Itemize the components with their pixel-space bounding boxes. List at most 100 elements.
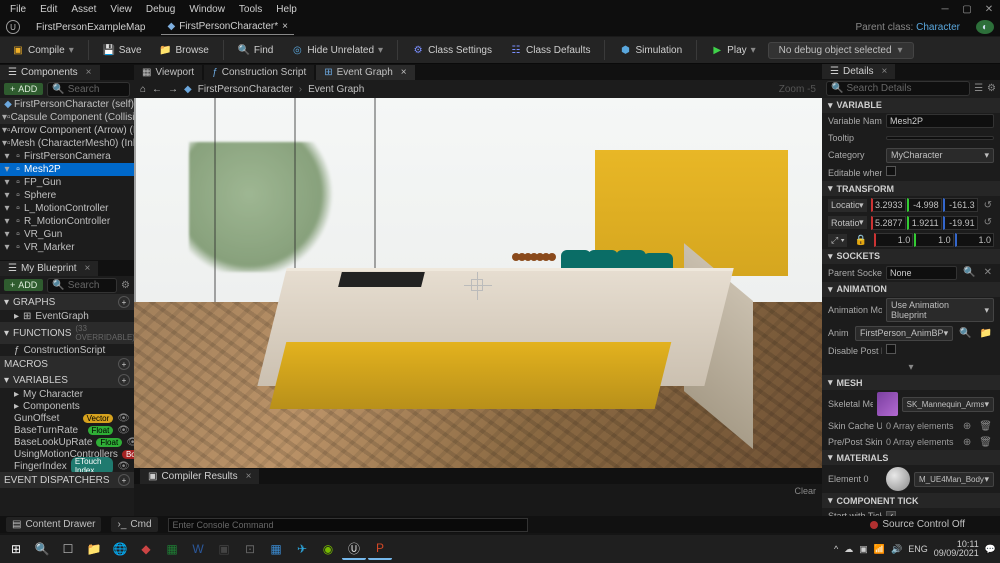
tree-item[interactable]: ▾▫Sphere: [0, 189, 134, 202]
parent-class-link[interactable]: Character: [916, 22, 960, 33]
construction-tab[interactable]: ƒConstruction Script: [204, 65, 314, 80]
tooltip-input[interactable]: [886, 136, 994, 140]
viewport-tab[interactable]: ▦Viewport: [134, 65, 202, 80]
notifications-icon[interactable]: 💬: [985, 544, 996, 555]
compiler-results-tab[interactable]: ▣Compiler Results×: [140, 469, 259, 484]
task-powerpoint[interactable]: P: [368, 538, 392, 560]
scale-z[interactable]: 1.0: [955, 233, 994, 247]
mesh-thumbnail[interactable]: [877, 392, 897, 416]
add-blueprint-button[interactable]: + ADD: [4, 279, 43, 291]
parent-socket-input[interactable]: None: [886, 266, 957, 280]
task-excel[interactable]: ▦: [160, 538, 184, 560]
hide-unrelated-button[interactable]: ◎Hide Unrelated▾: [285, 41, 389, 59]
location-dropdown[interactable]: Location▾: [828, 199, 867, 212]
breadcrumb-root[interactable]: FirstPersonCharacter: [198, 84, 293, 95]
variable-row[interactable]: FingerIndexETouch Index👁: [0, 460, 134, 472]
scale-y[interactable]: 1.0: [914, 233, 953, 247]
construction-item[interactable]: ƒ ConstructionScript: [0, 344, 134, 356]
loc-z[interactable]: -161.3: [943, 198, 978, 212]
material-dropdown[interactable]: M_UE4Man_Body▾: [914, 472, 994, 487]
translate-gizmo[interactable]: [471, 279, 483, 291]
menu-help[interactable]: Help: [270, 2, 303, 17]
mesh-section[interactable]: ▾ MESH: [822, 375, 1000, 390]
clock[interactable]: 10:11 09/09/2021: [934, 540, 979, 558]
material-thumbnail[interactable]: [886, 467, 910, 491]
doc-tab-character[interactable]: ◆ FirstPersonCharacter* ×: [161, 19, 293, 35]
play-button[interactable]: ▶Play▾: [705, 41, 761, 59]
menu-debug[interactable]: Debug: [140, 2, 181, 17]
viewport[interactable]: [134, 98, 822, 468]
close-icon[interactable]: ×: [882, 66, 888, 77]
task-search[interactable]: 🔍: [30, 538, 54, 560]
vargroup-components[interactable]: ▸ Components: [0, 400, 134, 412]
add-icon[interactable]: ⊕: [961, 437, 973, 448]
task-chrome[interactable]: 🌐: [108, 538, 132, 560]
components-tab[interactable]: ☰Components×: [0, 65, 100, 80]
simulation-button[interactable]: ⬢Simulation: [613, 41, 688, 59]
task-unreal[interactable]: Ⓤ: [342, 538, 366, 560]
add-macro-button[interactable]: +: [118, 358, 130, 370]
tree-root[interactable]: ◆FirstPersonCharacter (self): [0, 98, 134, 111]
add-graph-button[interactable]: +: [118, 296, 130, 308]
variable-name-input[interactable]: Mesh2P: [886, 114, 994, 128]
nav-home-icon[interactable]: ⌂: [140, 84, 146, 95]
close-icon[interactable]: ×: [401, 67, 407, 78]
menu-edit[interactable]: Edit: [34, 2, 63, 17]
tree-item[interactable]: ▾▫VR_Marker: [0, 241, 134, 254]
task-nvidia[interactable]: ◉: [316, 538, 340, 560]
close-icon[interactable]: ×: [246, 471, 252, 482]
category-dropdown[interactable]: MyCharacter▾: [886, 148, 994, 163]
skeletal-mesh-dropdown[interactable]: SK_Mannequin_Arms▾: [902, 397, 994, 412]
task-app1[interactable]: ◆: [134, 538, 158, 560]
clear-icon[interactable]: ✕: [982, 267, 994, 278]
graphs-section[interactable]: ▾ GRAPHS+: [0, 294, 134, 310]
console-input[interactable]: Enter Console Command: [168, 518, 528, 532]
settings-icon[interactable]: ⚙: [987, 83, 996, 94]
anim-class-dropdown[interactable]: FirstPerson_AnimBP▾: [855, 326, 953, 341]
save-button[interactable]: 💾Save: [97, 41, 148, 59]
compile-button[interactable]: ▣Compile▾: [6, 41, 80, 59]
nav-back-icon[interactable]: ←: [152, 84, 162, 95]
task-explorer[interactable]: 📁: [82, 538, 106, 560]
doc-tab-map[interactable]: FirstPersonExampleMap: [30, 20, 151, 35]
class-defaults-button[interactable]: ☷Class Defaults: [504, 41, 596, 59]
scale-x[interactable]: 1.0: [874, 233, 913, 247]
close-icon[interactable]: ×: [86, 67, 92, 78]
tray-cloud-icon[interactable]: ☁: [844, 544, 853, 555]
myblueprint-tab[interactable]: ☰My Blueprint×: [0, 261, 98, 276]
vargroup-mycharacter[interactable]: ▸ My Character: [0, 388, 134, 400]
variable-row[interactable]: BaseLookUpRateFloat👁: [0, 436, 134, 448]
trash-icon[interactable]: 🗑: [977, 437, 994, 448]
loc-x[interactable]: 3.2933: [871, 198, 906, 212]
tree-item[interactable]: ▾▫Mesh2P: [0, 163, 134, 176]
materials-section[interactable]: ▾ MATERIALS: [822, 450, 1000, 465]
macros-section[interactable]: MACROS+: [0, 356, 134, 372]
rot-y[interactable]: 1.9211: [907, 216, 942, 230]
reset-icon[interactable]: ↺: [982, 200, 994, 211]
start-button[interactable]: ⊞: [4, 538, 28, 560]
trash-icon[interactable]: 🗑: [977, 421, 994, 432]
menu-file[interactable]: File: [4, 2, 32, 17]
reset-icon[interactable]: ↺: [982, 217, 994, 228]
variable-row[interactable]: GunOffsetVector👁: [0, 412, 134, 424]
add-variable-button[interactable]: +: [118, 374, 130, 386]
search-icon[interactable]: 🔍: [957, 328, 973, 339]
task-calendar[interactable]: ▦: [264, 538, 288, 560]
anim-mode-dropdown[interactable]: Use Animation Blueprint▾: [886, 298, 994, 322]
rot-x[interactable]: 5.2877: [871, 216, 906, 230]
transform-section[interactable]: ▾ TRANSFORM: [822, 181, 1000, 196]
tray-volume-icon[interactable]: 🔊: [891, 544, 902, 555]
eventgraph-item[interactable]: ▸ ⊞ EventGraph: [0, 310, 134, 322]
debug-object-dropdown[interactable]: No debug object selected▾: [768, 42, 914, 59]
lock-icon[interactable]: 🔒: [851, 235, 869, 246]
add-component-button[interactable]: + ADD: [4, 83, 43, 95]
eventgraph-tab[interactable]: ⊞Event Graph×: [316, 65, 414, 80]
window-minimize[interactable]: ─: [938, 2, 952, 16]
editable-checkbox[interactable]: [886, 166, 896, 176]
class-settings-button[interactable]: ⚙Class Settings: [406, 41, 498, 59]
menu-asset[interactable]: Asset: [65, 2, 102, 17]
tray-lang[interactable]: ENG: [908, 544, 928, 554]
rot-z[interactable]: -19.91: [943, 216, 978, 230]
system-tray[interactable]: ^ ☁ ▣ 📶 🔊 ENG 10:11 09/09/2021 💬: [834, 540, 996, 558]
close-tab-icon[interactable]: ×: [282, 21, 288, 32]
